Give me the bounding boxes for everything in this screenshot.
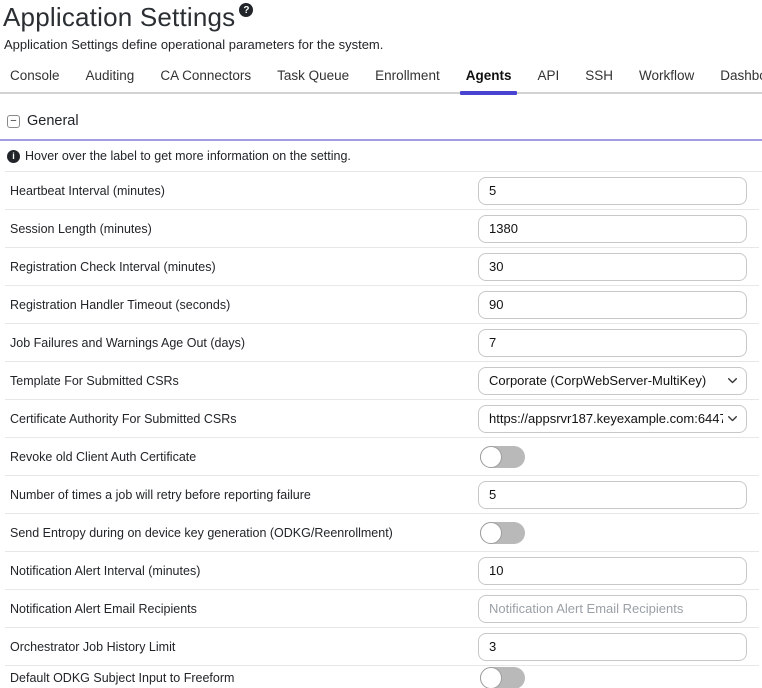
chevron-down-icon xyxy=(727,413,738,424)
setting-label: Session Length (minutes) xyxy=(5,222,152,236)
tab-ssh[interactable]: SSH xyxy=(572,61,626,92)
section-title: General xyxy=(27,113,79,129)
application-settings-page: Application Settings ? Application Setti… xyxy=(0,0,762,688)
chevron-down-icon xyxy=(727,375,738,386)
setting-row: Registration Handler Timeout (seconds) xyxy=(5,286,759,324)
tab-agents[interactable]: Agents xyxy=(453,61,525,92)
template-for-csrs-select[interactable]: Corporate (CorpWebServer-MultiKey) xyxy=(478,367,747,395)
notification-alert-interval-input[interactable] xyxy=(478,557,747,585)
setting-row: Orchestrator Job History Limit xyxy=(5,628,759,666)
setting-row: Job Failures and Warnings Age Out (days) xyxy=(5,324,759,362)
tab-console[interactable]: Console xyxy=(0,61,73,92)
tab-auditing[interactable]: Auditing xyxy=(73,61,148,92)
info-bar-text: Hover over the label to get more informa… xyxy=(25,149,351,163)
job-retry-count-input[interactable] xyxy=(478,481,747,509)
setting-row: Send Entropy during on device key genera… xyxy=(5,514,759,552)
setting-label: Notification Alert Email Recipients xyxy=(5,602,197,616)
page-subtitle: Application Settings define operational … xyxy=(4,37,762,52)
select-value: Corporate (CorpWebServer-MultiKey) xyxy=(489,373,723,388)
heartbeat-interval-input[interactable] xyxy=(478,177,747,205)
tab-ca-connectors[interactable]: CA Connectors xyxy=(147,61,264,92)
default-odkg-freeform-toggle[interactable] xyxy=(480,667,525,688)
setting-row: Notification Alert Interval (minutes) xyxy=(5,552,759,590)
setting-label: Heartbeat Interval (minutes) xyxy=(5,184,165,198)
setting-label: Default ODKG Subject Input to Freeform xyxy=(5,671,234,685)
tab-dashboard-and-reports[interactable]: Dashboard and Reports xyxy=(707,61,762,92)
setting-label: Certificate Authority For Submitted CSRs xyxy=(5,412,236,426)
tab-enrollment[interactable]: Enrollment xyxy=(362,61,453,92)
toggle-knob xyxy=(480,446,502,468)
toggle-knob xyxy=(480,667,502,688)
setting-label: Job Failures and Warnings Age Out (days) xyxy=(5,336,245,350)
settings-tab-bar: Console Auditing CA Connectors Task Queu… xyxy=(0,61,762,94)
revoke-old-client-auth-toggle[interactable] xyxy=(480,446,525,468)
setting-row: Registration Check Interval (minutes) xyxy=(5,248,759,286)
setting-label: Template For Submitted CSRs xyxy=(5,374,179,388)
page-header: Application Settings ? Application Setti… xyxy=(0,0,762,52)
info-icon: i xyxy=(7,150,20,163)
toggle-knob xyxy=(480,522,502,544)
setting-row: Revoke old Client Auth Certificate xyxy=(5,438,759,476)
send-entropy-toggle[interactable] xyxy=(480,522,525,544)
setting-label: Registration Check Interval (minutes) xyxy=(5,260,216,274)
help-icon[interactable]: ? xyxy=(239,3,253,17)
setting-label: Notification Alert Interval (minutes) xyxy=(5,564,200,578)
setting-row: Notification Alert Email Recipients xyxy=(5,590,759,628)
setting-label: Number of times a job will retry before … xyxy=(5,488,311,502)
tab-api[interactable]: API xyxy=(524,61,572,92)
select-value: https://appsrvr187.keyexample.com:6447\C… xyxy=(489,411,723,426)
orchestrator-job-history-limit-input[interactable] xyxy=(478,633,747,661)
job-failures-age-out-input[interactable] xyxy=(478,329,747,357)
setting-label: Orchestrator Job History Limit xyxy=(5,640,175,654)
setting-row: Certificate Authority For Submitted CSRs… xyxy=(5,400,759,438)
setting-row: Template For Submitted CSRs Corporate (C… xyxy=(5,362,759,400)
tab-workflow[interactable]: Workflow xyxy=(626,61,707,92)
session-length-input[interactable] xyxy=(478,215,747,243)
registration-check-interval-input[interactable] xyxy=(478,253,747,281)
setting-row: Session Length (minutes) xyxy=(5,210,759,248)
tab-task-queue[interactable]: Task Queue xyxy=(264,61,362,92)
setting-row: Heartbeat Interval (minutes) xyxy=(5,172,759,210)
registration-handler-timeout-input[interactable] xyxy=(478,291,747,319)
collapse-minus-icon[interactable]: − xyxy=(7,115,20,128)
setting-label: Registration Handler Timeout (seconds) xyxy=(5,298,230,312)
setting-label: Send Entropy during on device key genera… xyxy=(5,526,393,540)
setting-row: Number of times a job will retry before … xyxy=(5,476,759,514)
settings-list: Heartbeat Interval (minutes) Session Len… xyxy=(5,172,759,688)
setting-row: Default ODKG Subject Input to Freeform xyxy=(5,666,759,688)
page-title: Application Settings xyxy=(3,2,235,32)
setting-label: Revoke old Client Auth Certificate xyxy=(5,450,196,464)
general-section-header: − General xyxy=(0,113,762,141)
notification-alert-recipients-input[interactable] xyxy=(478,595,747,623)
ca-for-csrs-select[interactable]: https://appsrvr187.keyexample.com:6447\C… xyxy=(478,405,747,433)
info-bar: i Hover over the label to get more infor… xyxy=(5,141,762,172)
